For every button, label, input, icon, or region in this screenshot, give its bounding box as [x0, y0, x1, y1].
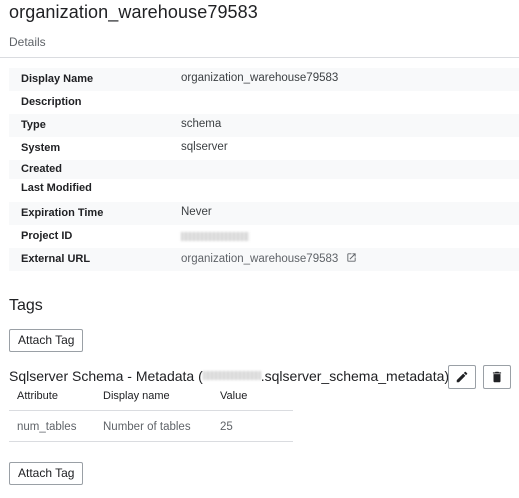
detail-row-external-url: External URL organization_warehouse79583: [9, 248, 519, 271]
trash-icon[interactable]: [490, 370, 504, 384]
detail-row-created: Created: [9, 160, 519, 179]
cell-value: 25: [220, 421, 233, 433]
tab-details[interactable]: Details: [9, 35, 46, 49]
detail-value: Never: [181, 206, 212, 218]
column-header-display-name: Display name: [103, 390, 170, 402]
tag-attributes-table: Attribute Display name Value num_tables …: [9, 387, 293, 442]
external-link-icon[interactable]: [346, 252, 357, 263]
detail-row-expiration: Expiration Time Never: [9, 202, 519, 225]
detail-row-display-name: Display Name organization_warehouse79583: [9, 68, 519, 91]
detail-value: schema: [181, 118, 222, 130]
tag-template-title: Sqlserver Schema - Metadata ( .sqlserver_…: [9, 368, 449, 384]
edit-tag-button[interactable]: [448, 365, 476, 389]
redacted-project-id: [181, 232, 249, 241]
column-header-value: Value: [220, 390, 248, 402]
tag-template-title-prefix: Sqlserver Schema - Metadata (: [9, 368, 203, 384]
tab-bar: Details: [0, 28, 519, 58]
detail-label: Description: [21, 96, 82, 108]
external-url-link[interactable]: organization_warehouse79583: [181, 252, 357, 265]
detail-label: Project ID: [21, 230, 73, 242]
pencil-icon[interactable]: [455, 370, 469, 384]
detail-label: External URL: [21, 253, 91, 265]
detail-label: Created: [21, 163, 62, 175]
tags-heading: Tags: [9, 297, 43, 314]
details-table: Display Name organization_warehouse79583…: [9, 68, 519, 271]
detail-value: sqlserver: [181, 141, 228, 153]
detail-row-system: System sqlserver: [9, 137, 519, 160]
column-header-attribute: Attribute: [17, 390, 58, 402]
detail-label: System: [21, 142, 61, 154]
detail-label: Display Name: [21, 73, 94, 85]
detail-row-type: Type schema: [9, 114, 519, 137]
detail-label: Expiration Time: [21, 207, 104, 219]
external-url-text[interactable]: organization_warehouse79583: [181, 253, 338, 265]
attach-tag-button[interactable]: Attach Tag: [9, 329, 84, 352]
detail-label: Last Modified: [21, 182, 92, 194]
detail-value: [181, 229, 249, 244]
cell-display-name: Number of tables: [103, 421, 191, 433]
delete-tag-button[interactable]: [483, 365, 511, 389]
cell-attribute: num_tables: [17, 421, 77, 433]
redacted-project-name: [202, 371, 261, 380]
detail-row-description: Description: [9, 91, 519, 114]
detail-value: organization_warehouse79583: [181, 72, 339, 84]
table-row: num_tables Number of tables 25: [9, 411, 293, 442]
detail-row-last-modified: Last Modified: [9, 179, 519, 202]
page-title: organization_warehouse79583: [9, 2, 258, 22]
detail-row-project-id: Project ID: [9, 225, 519, 248]
table-header: Attribute Display name Value: [9, 387, 293, 411]
attach-tag-button-bottom[interactable]: Attach Tag: [9, 462, 84, 485]
tag-template-title-suffix: .sqlserver_schema_metadata): [260, 368, 450, 384]
detail-label: Type: [21, 119, 46, 131]
